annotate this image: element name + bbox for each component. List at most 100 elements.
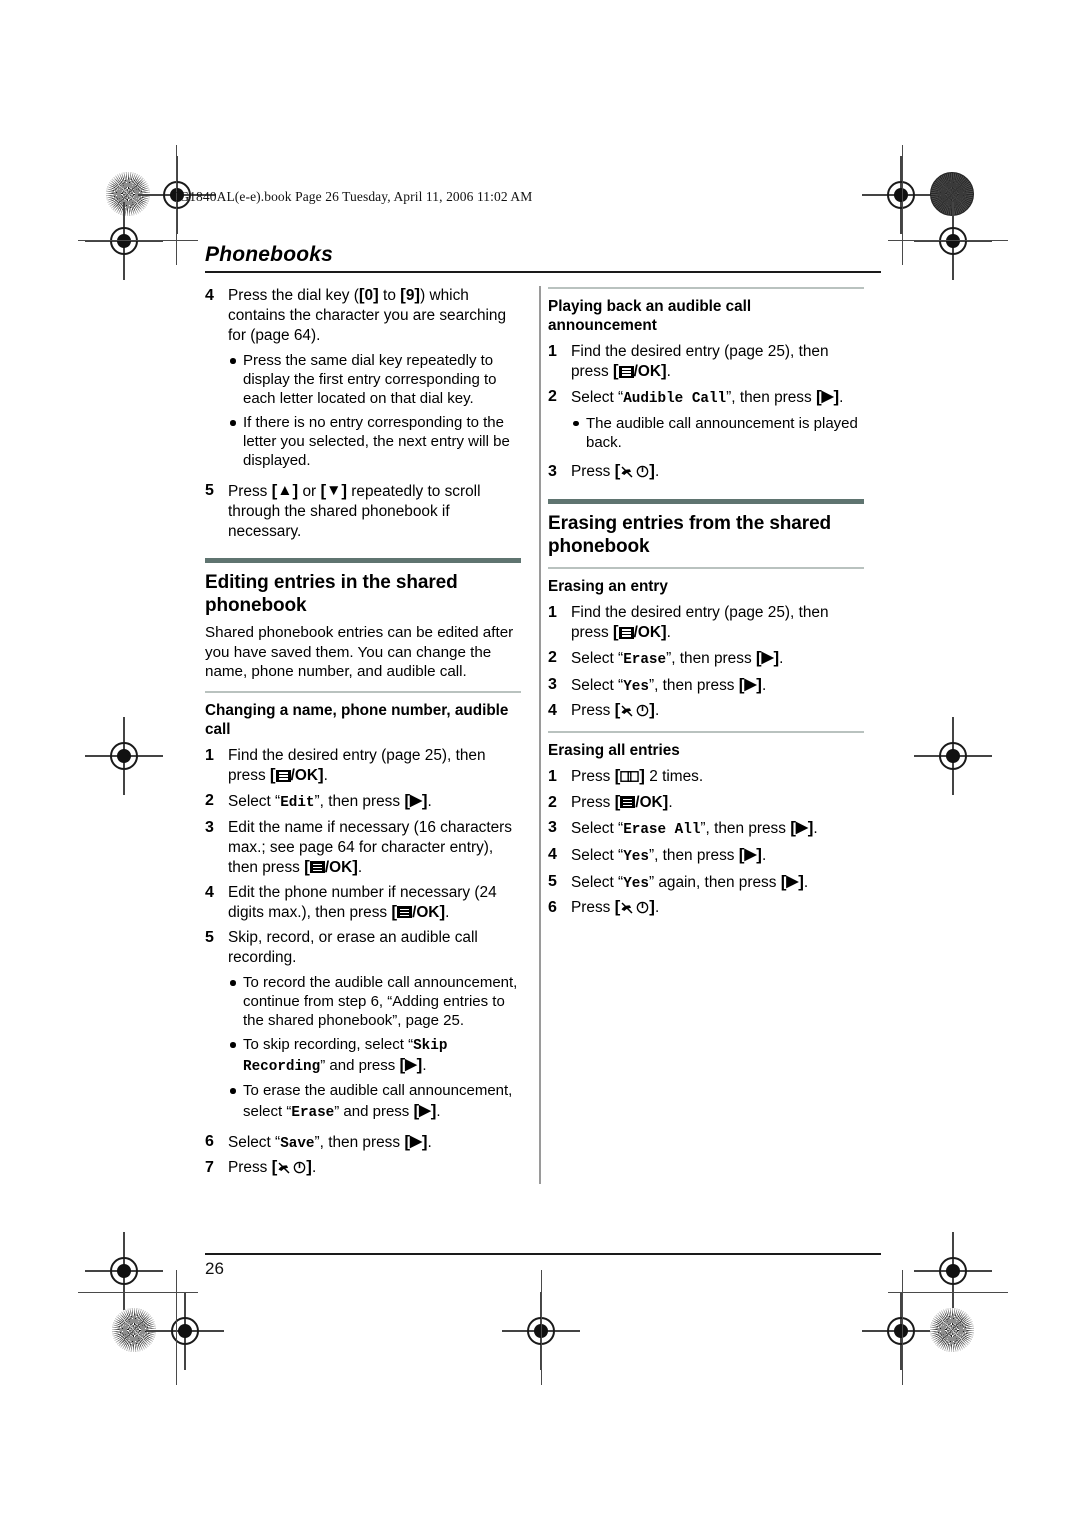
right-triangle-icon: ▶ bbox=[786, 872, 799, 890]
bullet-item: Press the same dial key repeatedly to di… bbox=[228, 351, 521, 408]
right-triangle-icon: ▶ bbox=[419, 1101, 431, 1119]
step-number: 3 bbox=[548, 819, 557, 837]
step-number: 7 bbox=[205, 1159, 214, 1177]
step4-bullets: Press the same dial key repeatedly to di… bbox=[228, 351, 521, 470]
dial-key-9: [9] bbox=[400, 285, 421, 305]
menu-icon bbox=[620, 796, 636, 809]
bullet-text-mid: ” and press bbox=[334, 1102, 414, 1120]
step-body: Press [▲] or [▼] repeatedly to scroll th… bbox=[228, 481, 521, 542]
step-item: 6 Press []. bbox=[548, 898, 864, 919]
step-number: 4 bbox=[548, 702, 557, 720]
subsection-rule-playback bbox=[548, 287, 864, 289]
step-text-before: Find the desired entry (page 25), then p… bbox=[228, 747, 486, 785]
step-body: Press [/OK]. bbox=[571, 793, 864, 814]
step-number: 6 bbox=[548, 899, 557, 917]
menu-option-label: Yes bbox=[623, 875, 649, 892]
file-header-line: TG1840AL(e-e).book Page 26 Tuesday, Apri… bbox=[171, 189, 533, 204]
step-text-before: Select “ bbox=[228, 1133, 281, 1151]
menu-icon bbox=[618, 365, 634, 378]
crop-rule-bottom-left bbox=[78, 1292, 198, 1294]
step-text-mid: ”, then press bbox=[666, 650, 756, 668]
manual-page: TG1840AL(e-e).book Page 26 Tuesday, Apri… bbox=[0, 0, 1080, 1528]
step-number: 2 bbox=[205, 792, 214, 810]
step-text-before: Press bbox=[228, 1159, 272, 1177]
bullet-text-before: To skip recording, select “ bbox=[243, 1036, 414, 1054]
section-rule-editing bbox=[205, 557, 521, 563]
crop-rule-vert-right bbox=[902, 145, 904, 265]
right-triangle-icon: ▶ bbox=[744, 675, 757, 693]
navigator-right-key: [▶] bbox=[815, 387, 840, 407]
power-off-key: [] bbox=[614, 897, 655, 917]
up-triangle-icon: ▲ bbox=[277, 481, 293, 499]
bullet-item: If there is no entry corresponding to th… bbox=[228, 413, 521, 470]
step-body: Select “Yes”, then press [▶]. bbox=[571, 845, 864, 867]
step-item: 6 Select “Save”, then press [▶]. bbox=[205, 1132, 521, 1154]
menu-ok-label: /OK bbox=[290, 767, 318, 785]
step-body: Find the desired entry (page 25), then p… bbox=[228, 746, 521, 786]
step-body: Edit the phone number if necessary (24 d… bbox=[228, 883, 521, 923]
step-text-after: . bbox=[779, 650, 784, 668]
running-head: Phonebooks bbox=[205, 243, 334, 266]
step-number: 2 bbox=[548, 649, 557, 667]
step-text-mid: ”, then press bbox=[648, 676, 739, 694]
column-divider bbox=[539, 286, 541, 1185]
registration-mark-left-lower bbox=[85, 1232, 163, 1310]
navigator-right-key: [▶] bbox=[780, 871, 804, 891]
navigator-up-key: [▲] bbox=[271, 480, 299, 500]
subsection-rule-erasing-all bbox=[548, 731, 864, 733]
step-text-before: Press bbox=[571, 702, 615, 720]
menu-option-label: Save bbox=[280, 1135, 315, 1152]
step-text-before: Skip, record, or erase an audible call r… bbox=[228, 928, 478, 966]
step-body: Press the dial key ([0] to [9]) which co… bbox=[228, 286, 521, 475]
menu-option-label: Erase All bbox=[623, 822, 701, 839]
step-text-before: Select “ bbox=[571, 873, 624, 891]
step-text-mid: ”, then press bbox=[314, 793, 405, 811]
step-item: 5 Skip, record, or erase an audible call… bbox=[205, 928, 521, 1127]
step-body: Select “Yes” again, then press [▶]. bbox=[571, 872, 864, 894]
right-triangle-icon: ▶ bbox=[761, 649, 774, 667]
power-off-key: [] bbox=[614, 461, 655, 481]
step-text-after: . bbox=[654, 899, 660, 917]
step-item: 4 Press []. bbox=[548, 701, 864, 722]
step-body: Select “Yes”, then press [▶]. bbox=[571, 675, 864, 697]
step-body: Find the desired entry (page 25), then p… bbox=[571, 342, 864, 382]
power-icon bbox=[637, 704, 649, 717]
crop-rule-top-right bbox=[888, 240, 1008, 242]
step-body: Press []. bbox=[571, 898, 864, 919]
bullet-item: The audible call announcement is played … bbox=[571, 414, 864, 452]
registration-mark-right-middle bbox=[914, 717, 992, 795]
step-item: 2 Select “Edit”, then press [▶]. bbox=[205, 791, 521, 813]
bullet-item: To skip recording, select “Skip Recordin… bbox=[228, 1035, 521, 1076]
section-title-erasing: Erasing entries from the shared phoneboo… bbox=[548, 512, 832, 557]
menu-option-label: Edit bbox=[280, 795, 315, 812]
right-triangle-icon: ▶ bbox=[795, 819, 808, 837]
step-text-after: . bbox=[427, 1133, 432, 1151]
navigator-right-key: [▶] bbox=[738, 845, 762, 865]
step-item: 3 Select “Yes”, then press [▶]. bbox=[548, 675, 864, 697]
step-text-before: Press bbox=[571, 899, 615, 917]
step-number: 5 bbox=[205, 928, 214, 946]
navigator-right-key: [▶] bbox=[404, 1131, 428, 1151]
step-text-before: Select “ bbox=[571, 676, 624, 694]
down-triangle-icon: ▼ bbox=[326, 481, 342, 499]
step-item: 4 Edit the phone number if necessary (24… bbox=[205, 883, 521, 923]
step-body: Press [] 2 times. bbox=[571, 767, 864, 788]
power-icon bbox=[637, 901, 649, 914]
menu-option-label: Yes bbox=[623, 849, 649, 866]
step-text-after: . bbox=[357, 858, 363, 876]
step-body: Select “Erase”, then press [▶]. bbox=[571, 648, 864, 670]
step-item: 2 Select “Erase”, then press [▶]. bbox=[548, 648, 864, 670]
step-text-after: . bbox=[666, 624, 671, 642]
power-icon bbox=[637, 465, 649, 478]
step-item: 1 Press [] 2 times. bbox=[548, 767, 864, 788]
step-number: 4 bbox=[548, 846, 557, 864]
step-text-mid: or bbox=[298, 482, 321, 500]
step-text-before: Find the desired entry (page 25), then p… bbox=[571, 604, 829, 642]
navigator-right-key: [▶] bbox=[755, 648, 780, 668]
navigator-right-key: [▶] bbox=[399, 1055, 423, 1075]
power-off-key: [] bbox=[614, 700, 655, 720]
step-item: 3 Select “Erase All”, then press [▶]. bbox=[548, 818, 864, 840]
step-body: Press []. bbox=[228, 1158, 521, 1179]
left-column: 4 Press the dial key ([0] to [9]) which … bbox=[205, 286, 532, 1184]
menu-icon bbox=[397, 906, 413, 919]
